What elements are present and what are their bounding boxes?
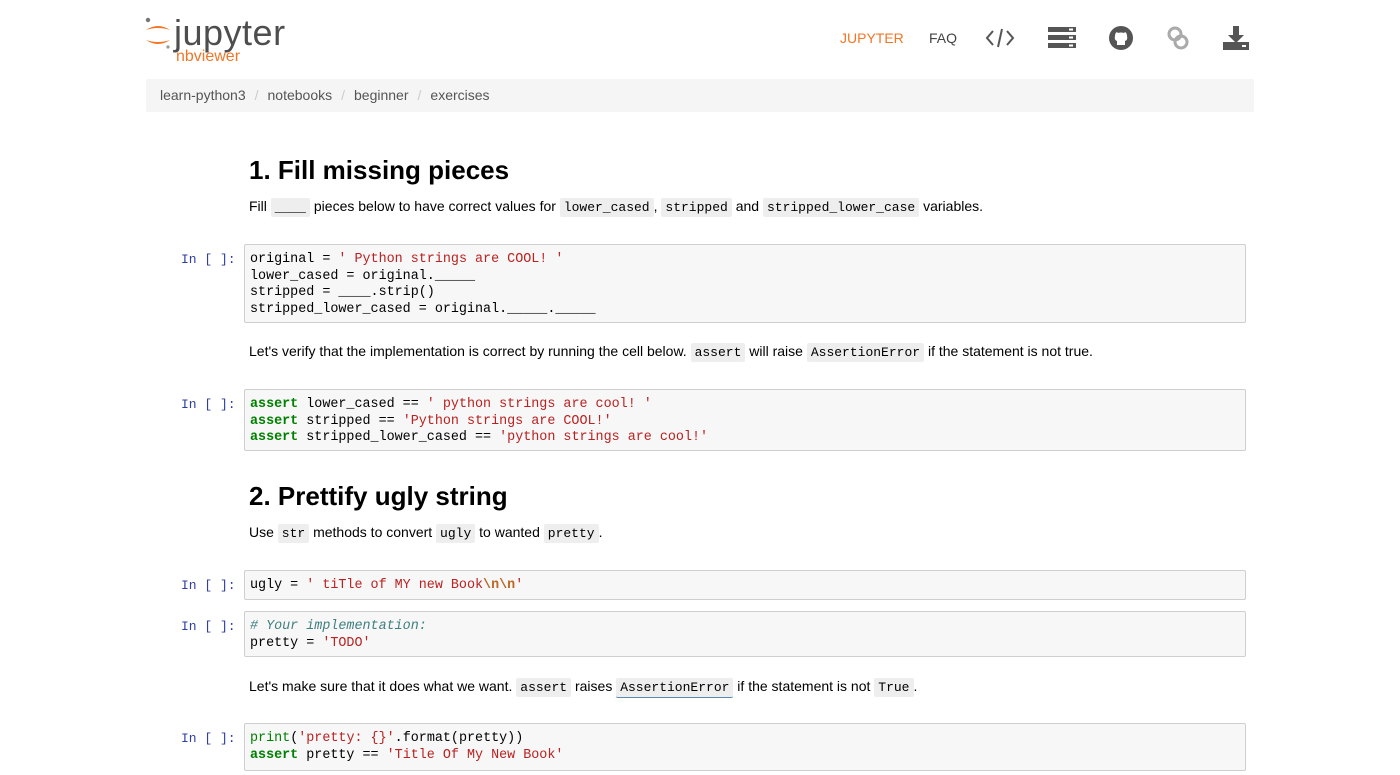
breadcrumb-exercises[interactable]: exercises (430, 87, 489, 103)
inline-code: AssertionError (806, 343, 925, 362)
text: raises (571, 678, 617, 694)
code-cell-3[interactable]: ugly = ' tiTle of MY new Book\n\n' (244, 570, 1246, 600)
code-string: 'python strings are cool!' (499, 430, 709, 445)
breadcrumb-separator: / (254, 87, 259, 103)
nav-faq-link[interactable]: FAQ (929, 30, 957, 46)
inline-code: True (874, 678, 914, 697)
code-string: ' tiTle of MY new Book (306, 578, 484, 593)
inline-code: lower_cased (559, 198, 654, 217)
code-keyword: assert (250, 430, 299, 445)
text: Use (249, 524, 278, 540)
nav-jupyter-link[interactable]: JUPYTER (840, 30, 904, 46)
code-text: stripped_lower_cased == (298, 430, 500, 445)
code-string: ' (515, 578, 524, 593)
cell-prompt: In [ ]: (181, 578, 236, 593)
inline-code: str (277, 524, 310, 543)
cell-prompt: In [ ]: (181, 619, 236, 634)
text: . (598, 524, 603, 540)
logo-subtitle: nbviewer (176, 48, 241, 65)
code-icon[interactable] (984, 22, 1016, 54)
code-keyword: assert (250, 747, 299, 763)
text: pieces below to have correct values for (310, 198, 560, 214)
text: Let's make sure that it does what we wan… (249, 678, 517, 694)
text: variables. (919, 198, 984, 214)
inline-code: ugly (436, 524, 476, 543)
text: methods to convert (309, 524, 437, 540)
inline-code: AssertionError (616, 678, 734, 698)
verify-instructions-2: Let's make sure that it does what we wan… (249, 676, 917, 698)
code-keyword: assert (250, 397, 299, 412)
breadcrumb-learn-python3[interactable]: learn-python3 (160, 87, 246, 103)
jupyter-nbviewer-logo[interactable]: jupyter nbviewer (144, 10, 314, 70)
breadcrumb-separator: / (417, 87, 422, 103)
code-builtin: print (250, 731, 291, 746)
section-2-instructions: Use str methods to convert ugly to wante… (249, 522, 602, 544)
code-string: ' Python strings are COOL! ' (338, 252, 564, 267)
server-icon[interactable] (1046, 22, 1078, 54)
inline-code: ____ (270, 198, 310, 217)
code-cell-4[interactable]: # Your implementation: pretty = 'TODO' (244, 611, 1246, 657)
code-text: ugly = (250, 578, 307, 593)
text: will raise (745, 343, 807, 359)
top-nav: JUPYTER FAQ (830, 22, 1260, 56)
text: . (913, 678, 918, 694)
code-cell-1[interactable]: original = ' Python strings are COOL! ' … (244, 244, 1246, 323)
code-text: stripped == (298, 413, 403, 429)
verify-instructions-1: Let's verify that the implementation is … (249, 341, 1093, 363)
code-text: original = (250, 252, 339, 267)
cell-prompt: In [ ]: (181, 731, 236, 746)
code-string: 'TODO' (322, 635, 371, 651)
text: Fill (249, 198, 271, 214)
text: and (731, 198, 763, 214)
text: Let's verify that the implementation is … (249, 343, 691, 359)
code-text: pretty = (250, 635, 323, 651)
code-text: pretty == (298, 747, 387, 763)
jupyter-logo-icon (145, 17, 170, 49)
code-text: lower_cased = original._____ (250, 268, 475, 284)
code-string: 'Title Of My New Book' (386, 747, 564, 763)
text: if the statement is not (733, 678, 875, 694)
code-cell-5[interactable]: print('pretty: {}'.format(pretty)) asser… (244, 723, 1246, 771)
header: jupyter nbviewer JUPYTER FAQ (0, 0, 1400, 78)
code-string: ' python strings are cool! ' (426, 397, 652, 412)
code-keyword: assert (250, 413, 299, 429)
inline-code: assert (516, 678, 572, 697)
text: to wanted (475, 524, 544, 540)
breadcrumb-notebooks[interactable]: notebooks (268, 87, 333, 103)
github-icon[interactable] (1105, 22, 1137, 54)
code-string: 'pretty: {}' (298, 731, 395, 746)
code-text: stripped = ____.strip() (250, 285, 435, 300)
cell-prompt: In [ ]: (181, 252, 236, 267)
section-2-heading: 2. Prettify ugly string (249, 481, 508, 511)
code-string: 'Python strings are COOL!' (402, 413, 612, 429)
inline-code: stripped_lower_case (762, 198, 920, 217)
inline-code: assert (690, 343, 746, 362)
link-icon[interactable] (1162, 22, 1194, 54)
code-cell-2[interactable]: assert lower_cased == ' python strings a… (244, 389, 1246, 451)
breadcrumb-separator: / (341, 87, 346, 103)
inline-code: pretty (543, 524, 599, 543)
code-escape: \n\n (483, 578, 516, 593)
code-comment: # Your implementation: (250, 619, 427, 634)
breadcrumb: learn-python3 / notebooks / beginner / exercis… (146, 79, 1254, 112)
code-text: .format(pretty)) (394, 731, 524, 746)
code-text: stripped_lower_cased = original._____.__… (250, 301, 596, 317)
cell-prompt: In [ ]: (181, 397, 236, 412)
text: if the statement is not true. (924, 343, 1093, 359)
download-icon[interactable] (1220, 22, 1252, 54)
section-1-heading: 1. Fill missing pieces (249, 155, 510, 185)
section-1-instructions: Fill ____ pieces below to have correct v… (249, 196, 983, 218)
breadcrumb-beginner[interactable]: beginner (354, 87, 409, 103)
code-text: lower_cased == (298, 397, 427, 412)
inline-code: stripped (661, 198, 732, 217)
